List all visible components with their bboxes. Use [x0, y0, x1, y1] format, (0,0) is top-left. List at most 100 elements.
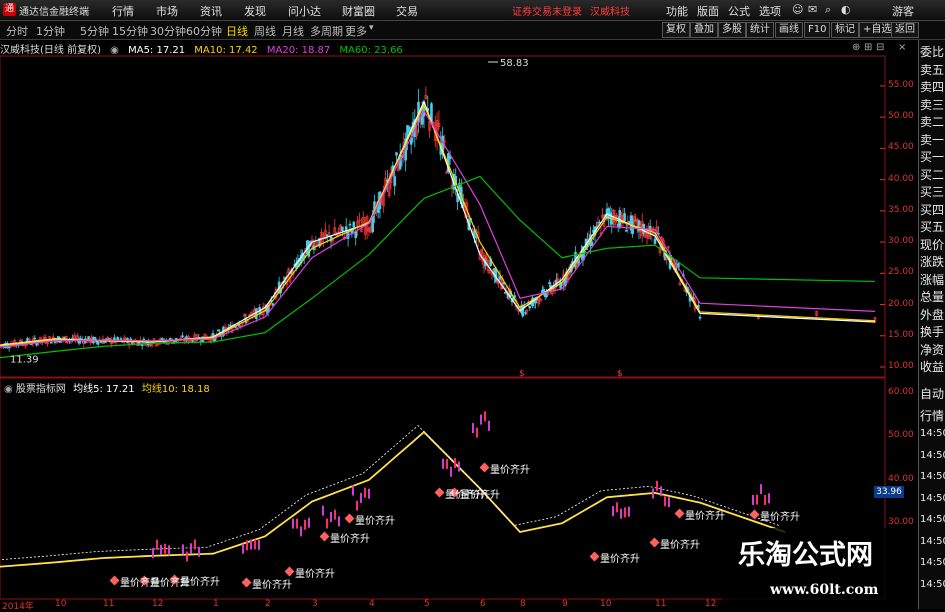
tab-30min[interactable]: 30分钟 [150, 23, 186, 39]
signal-diamond [479, 462, 490, 473]
side-panel-item[interactable]: 14:50 [920, 579, 945, 590]
side-panel-item[interactable]: 收益 [920, 358, 945, 375]
candle-body [96, 341, 100, 345]
tab-1min[interactable]: 1分钟 [36, 23, 65, 39]
tab-more[interactable]: 更多 [345, 23, 367, 39]
side-panel-item[interactable]: 14:50 [920, 557, 945, 568]
x-tick-label: 5 [424, 599, 430, 609]
menu-trade[interactable]: 交易 [396, 3, 418, 19]
close-icon[interactable]: × [898, 42, 906, 53]
zoom-in-icon[interactable]: ⊞ [864, 42, 872, 53]
side-panel-item[interactable]: 14:50 [920, 450, 945, 461]
side-panel-item[interactable]: 14:50 [920, 428, 945, 439]
candle-body [169, 337, 172, 340]
user-icon[interactable]: ☺ [792, 3, 803, 16]
side-panel-item[interactable]: 14:50 [920, 471, 945, 482]
side-panel-item[interactable]: 卖五 [920, 61, 945, 78]
f10-button[interactable]: F10 [804, 22, 831, 38]
multi-stock-button[interactable]: 多股 [718, 22, 746, 38]
side-panel-item[interactable]: 总量 [920, 288, 945, 305]
side-panel-item[interactable]: 买五 [920, 218, 945, 235]
candle-body [354, 231, 358, 238]
add-watchlist-button[interactable]: +自选 [859, 22, 896, 38]
ma20-line [0, 109, 876, 348]
side-panel-item[interactable]: 14:50 [920, 493, 945, 504]
side-panel-item[interactable]: 买一 [920, 148, 945, 165]
sub-settings-icon[interactable]: ◉ [4, 384, 13, 395]
side-panel-item[interactable]: 委比 [920, 43, 945, 60]
side-panel-item[interactable]: 卖四 [920, 78, 945, 95]
login-warning[interactable]: 证券交易未登录 [512, 3, 582, 18]
menu-function[interactable]: 功能 [666, 3, 688, 19]
guest-label[interactable]: 游客 [892, 3, 914, 19]
side-panel-item[interactable]: 涨幅 [920, 271, 945, 288]
chevron-down-icon[interactable]: ▾ [369, 23, 374, 33]
side-panel-item[interactable]: 现价 [920, 236, 945, 253]
menu-options[interactable]: 选项 [759, 3, 781, 19]
search-icon[interactable]: ⌕ [825, 3, 831, 17]
pin-icon[interactable]: ⊕ [852, 42, 860, 53]
side-panel-item[interactable]: 卖三 [920, 96, 945, 113]
side-panel-item[interactable]: 买三 [920, 183, 945, 200]
back-button[interactable]: 返回 [891, 22, 919, 38]
mark-button[interactable]: 标记 [831, 22, 859, 38]
tab-60min[interactable]: 60分钟 [186, 23, 222, 39]
side-panel-item[interactable]: 卖一 [920, 131, 945, 148]
side-panel-item[interactable]: 涨跌 [920, 253, 945, 270]
side-panel-item[interactable]: 外盘 [920, 306, 945, 323]
mail-icon[interactable]: ✉ [808, 3, 817, 16]
adjust-button[interactable]: 复权 [662, 22, 690, 38]
tab-monthly[interactable]: 月线 [282, 23, 304, 39]
candle-body [504, 292, 507, 294]
signal-bar [360, 493, 362, 504]
zoom-out-icon[interactable]: ⊟ [876, 42, 884, 53]
side-panel-item[interactable]: 14:50 [920, 536, 945, 547]
candle-body [348, 223, 352, 226]
side-panel-item[interactable]: 行情 [920, 407, 945, 424]
skin-icon[interactable]: ◐ [841, 3, 851, 16]
signal-bar [756, 494, 758, 505]
candle-body [528, 306, 532, 309]
candle-body [698, 316, 702, 319]
side-panel-item[interactable]: 换手 [920, 323, 945, 340]
draw-line-button[interactable]: 画线 [775, 22, 803, 38]
x-tick-label: 11 [655, 599, 667, 609]
candle-body [50, 341, 53, 344]
signal-bar [656, 480, 658, 491]
side-panel-item[interactable]: 自动 [920, 385, 945, 402]
side-panel-item[interactable]: 卖二 [920, 113, 945, 130]
quote-side-panel[interactable]: 委比 卖五 卖四 卖三 卖二 卖一 买一 买二 买三 买四 买五 现价 涨跌 涨幅 总量 外盘 换手 净资 收益自动… [918, 40, 945, 609]
menu-quotes[interactable]: 行情 [112, 3, 134, 19]
menu-formula[interactable]: 公式 [728, 3, 750, 19]
period-toolbar: 分时 1分钟 5分钟 15分钟 30分钟 60分钟 日线 周线 月线 多周期 更… [0, 21, 945, 40]
side-panel-item[interactable]: 买二 [920, 166, 945, 183]
side-panel-item[interactable]: 净资 [920, 341, 945, 358]
tab-multi-period[interactable]: 多周期 [310, 23, 343, 39]
signal-bar [296, 518, 298, 529]
signal-bar [258, 539, 260, 550]
watermark-url: www.60lt.com [770, 582, 879, 598]
menu-layout[interactable]: 版面 [697, 3, 719, 19]
candle-body [7, 346, 11, 349]
tab-timeshare[interactable]: 分时 [6, 23, 28, 39]
menu-ask[interactable]: 问小达 [288, 3, 321, 19]
menu-discover[interactable]: 发现 [244, 3, 266, 19]
tab-5min[interactable]: 5分钟 [80, 23, 109, 39]
price-chart[interactable]: 58.83 11.39 $ $ [0, 55, 918, 609]
tab-weekly[interactable]: 周线 [254, 23, 276, 39]
signal-bar [450, 466, 452, 477]
menu-wealth-circle[interactable]: 财富圈 [342, 3, 375, 19]
overlay-button[interactable]: 叠加 [690, 22, 718, 38]
side-panel-item[interactable]: 买四 [920, 201, 945, 218]
statistics-button[interactable]: 统计 [746, 22, 774, 38]
tab-daily[interactable]: 日线 [226, 23, 248, 39]
menu-news[interactable]: 资讯 [200, 3, 222, 19]
side-panel-item[interactable]: 14:50 [920, 514, 945, 525]
signal-label: 量价齐升 [295, 569, 335, 580]
menu-market[interactable]: 市场 [156, 3, 178, 19]
y-tick-label: 45.00 [888, 142, 914, 153]
signal-bar [480, 414, 482, 425]
y-tick-label: 40.00 [888, 173, 914, 184]
signal-diamond [319, 531, 330, 542]
tab-15min[interactable]: 15分钟 [112, 23, 148, 39]
